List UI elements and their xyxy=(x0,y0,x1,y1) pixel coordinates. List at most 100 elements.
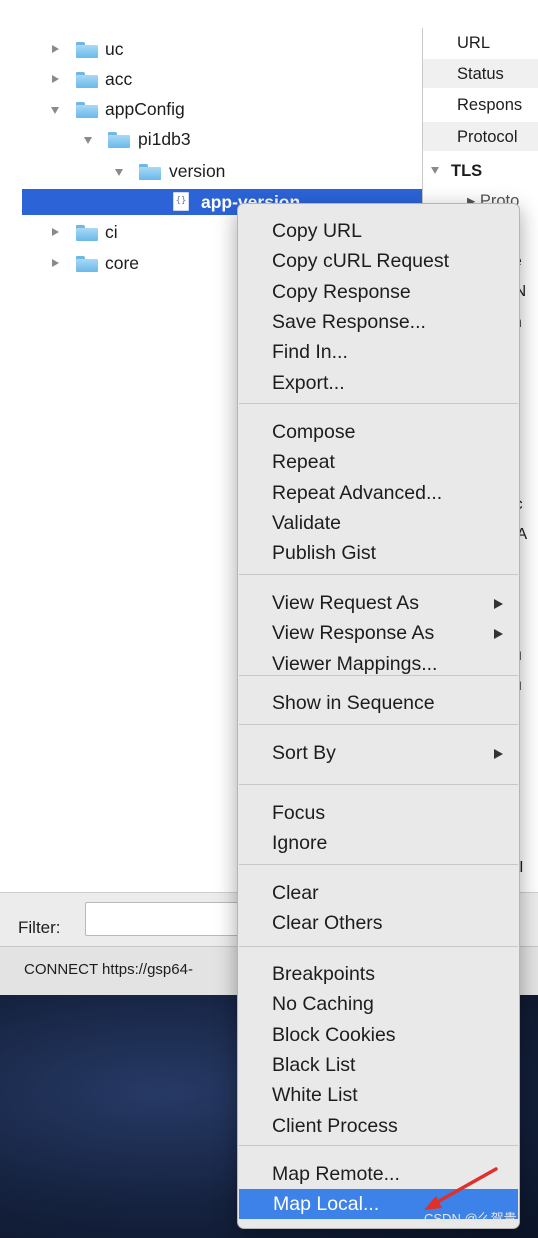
tree-item-acc[interactable]: acc xyxy=(0,64,422,94)
menu-item-label: Validate xyxy=(272,511,342,534)
menu-item-view-response-as[interactable]: View Response As xyxy=(238,618,519,648)
menu-separator xyxy=(239,784,518,785)
menu-item-label: Map Remote... xyxy=(272,1163,400,1185)
menu-item-ignore[interactable]: Ignore xyxy=(238,828,519,858)
menu-item-label: Show in Sequence xyxy=(272,692,435,714)
menu-item-label: Publish Gist xyxy=(272,542,377,565)
folder-icon xyxy=(76,256,98,272)
menu-separator xyxy=(239,724,518,725)
menu-item-compose[interactable]: Compose xyxy=(238,417,519,447)
inspector-row[interactable]: Status xyxy=(423,59,538,88)
menu-separator xyxy=(239,864,518,865)
menu-item-repeat-advanced[interactable]: Repeat Advanced... xyxy=(238,478,519,508)
menu-item-label: Client Process xyxy=(272,1114,398,1137)
tree-item-appconfig[interactable]: appConfig xyxy=(0,94,422,124)
menu-item-block-cookies[interactable]: Block Cookies xyxy=(238,1020,519,1050)
tree-item-label: core xyxy=(105,253,140,273)
tls-label: TLS xyxy=(451,162,483,180)
menu-item-black-list[interactable]: Black List xyxy=(238,1050,519,1080)
tree-item-version[interactable]: version xyxy=(0,156,422,186)
menu-item-label: Compose xyxy=(272,421,356,443)
menu-item-label: Map Local... xyxy=(273,1193,380,1216)
menu-item-label: Find In... xyxy=(272,341,348,364)
menu-item-label: Export... xyxy=(272,371,345,394)
menu-item-label: Sort By xyxy=(272,742,336,764)
menu-item-label: Focus xyxy=(272,802,326,824)
arrow-shaft xyxy=(430,1167,498,1207)
submenu-arrow-icon xyxy=(494,599,503,609)
menu-item-label: View Response As xyxy=(272,622,435,645)
menu-separator xyxy=(239,574,518,575)
filter-input[interactable] xyxy=(85,902,251,936)
filter-label: Filter: xyxy=(18,918,61,937)
menu-item-client-process[interactable]: Client Process xyxy=(238,1111,519,1141)
disclosure-down-icon[interactable] xyxy=(51,107,59,114)
menu-item-clear[interactable]: Clear xyxy=(238,878,519,908)
menu-item-view-request-as[interactable]: View Request As xyxy=(238,588,519,618)
menu-item-label: Viewer Mappings... xyxy=(272,652,438,675)
tree-item-uc[interactable]: uc xyxy=(0,34,422,64)
disclosure-right-icon[interactable] xyxy=(52,45,59,53)
menu-item-export[interactable]: Export... xyxy=(238,368,519,398)
menu-item-find-in[interactable]: Find In... xyxy=(238,337,519,367)
menu-item-validate[interactable]: Validate xyxy=(238,508,519,538)
menu-item-label: Repeat Advanced... xyxy=(272,481,443,504)
tree-item-label: acc xyxy=(105,69,133,89)
menu-item-publish-gist[interactable]: Publish Gist xyxy=(238,538,519,568)
inspector-row[interactable]: URL xyxy=(423,28,538,57)
menu-item-white-list[interactable]: White List xyxy=(238,1080,519,1110)
menu-separator xyxy=(239,403,518,404)
watermark: CSDN @么贺贵 xyxy=(424,1211,517,1226)
inspector-row[interactable]: Protocol xyxy=(423,122,538,151)
inspector-row-label: Protocol xyxy=(457,128,518,146)
folder-icon xyxy=(76,42,98,58)
disclosure-right-icon[interactable] xyxy=(52,75,59,83)
tree-item-label: uc xyxy=(105,39,124,59)
folder-icon xyxy=(108,132,130,148)
menu-item-no-caching[interactable]: No Caching xyxy=(238,989,519,1019)
menu-item-label: Copy Response xyxy=(272,280,411,303)
menu-item-focus[interactable]: Focus xyxy=(238,798,519,828)
menu-separator xyxy=(239,946,518,947)
menu-item-label: Copy URL xyxy=(272,220,362,242)
disclosure-right-icon[interactable] xyxy=(52,228,59,236)
menu-item-label: Clear xyxy=(272,882,319,904)
inspector-row[interactable]: Respons xyxy=(423,90,538,119)
submenu-arrow-icon xyxy=(494,629,503,640)
folder-icon xyxy=(139,164,161,180)
menu-item-label: Repeat xyxy=(272,451,335,474)
folder-icon xyxy=(76,102,98,118)
menu-item-label: Copy cURL Request xyxy=(272,250,450,273)
tree-item-label: version xyxy=(169,161,226,181)
tree-item-label: ci xyxy=(105,222,118,242)
disclosure-down-icon[interactable] xyxy=(84,137,92,144)
inspector-tls-group[interactable]: TLS xyxy=(431,162,482,181)
menu-item-label: Ignore xyxy=(272,832,328,855)
folder-icon xyxy=(76,72,98,88)
arrow-head xyxy=(424,1196,442,1210)
tree-item-label: appConfig xyxy=(105,99,185,119)
menu-item-repeat[interactable]: Repeat xyxy=(238,447,519,477)
menu-item-clear-others[interactable]: Clear Others xyxy=(238,908,519,938)
disclosure-right-icon[interactable] xyxy=(52,259,59,267)
menu-item-copy-response[interactable]: Copy Response xyxy=(238,277,519,307)
menu-item-label: No Caching xyxy=(272,993,374,1016)
inspector-row-label: URL xyxy=(457,34,491,52)
menu-item-sort-by[interactable]: Sort By xyxy=(238,738,519,768)
tree-item-pi1db3[interactable]: pi1db3 xyxy=(0,124,422,154)
inspector-row-label: Respons xyxy=(457,96,523,114)
menu-item-label: White List xyxy=(272,1084,358,1107)
menu-item-label: Clear Others xyxy=(272,912,383,935)
menu-item-viewer-mappings[interactable]: Viewer Mappings... xyxy=(238,649,519,679)
menu-item-copy-curl-request[interactable]: Copy cURL Request xyxy=(238,246,519,276)
menu-item-breakpoints[interactable]: Breakpoints xyxy=(238,959,519,989)
menu-item-show-in-sequence[interactable]: Show in Sequence xyxy=(238,688,519,718)
menu-item-save-response[interactable]: Save Response... xyxy=(238,307,519,337)
json-file-icon: {} xyxy=(173,192,189,211)
disclosure-down-icon[interactable] xyxy=(431,167,439,174)
folder-icon xyxy=(76,225,98,241)
context-menu: Copy URL Copy cURL Request Copy Response Sa… xyxy=(237,203,520,1229)
disclosure-down-icon[interactable] xyxy=(115,169,123,176)
menu-separator xyxy=(239,1145,518,1146)
menu-item-copy-url[interactable]: Copy URL xyxy=(238,216,519,246)
